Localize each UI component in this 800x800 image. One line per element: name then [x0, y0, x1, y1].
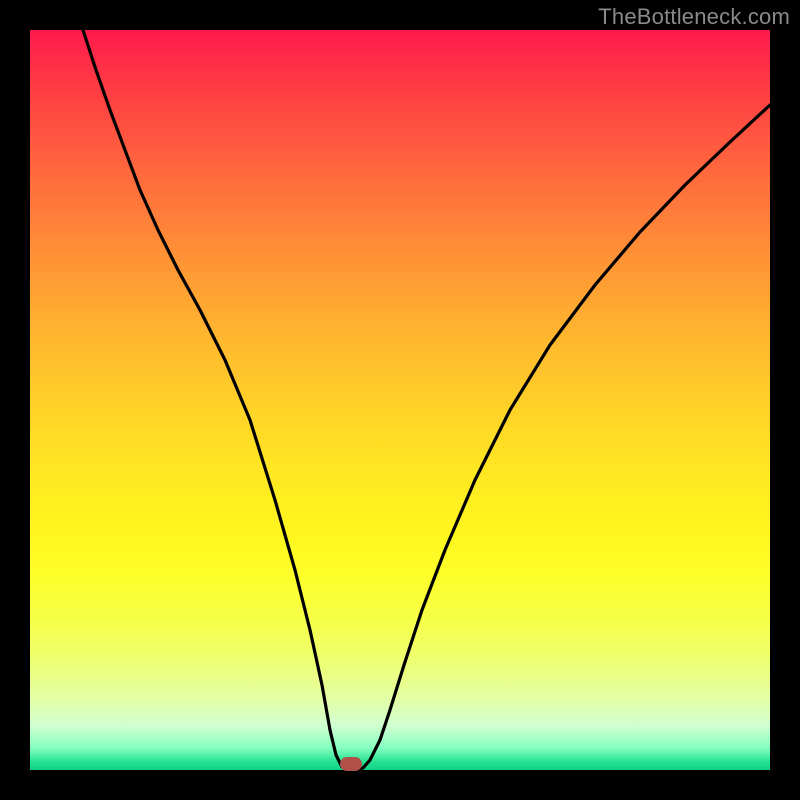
optimal-marker — [340, 757, 362, 771]
bottleneck-curve — [30, 30, 770, 770]
watermark-text: TheBottleneck.com — [598, 4, 790, 30]
plot-area — [30, 30, 770, 770]
chart-frame: TheBottleneck.com — [0, 0, 800, 800]
